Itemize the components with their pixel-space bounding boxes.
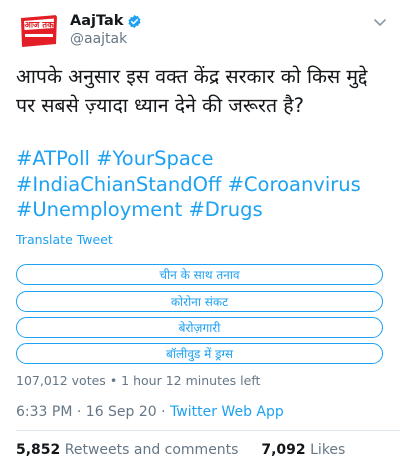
tweet-text: आपके अनुसार इस वक्त केंद्र सरकार को किस … (16, 65, 368, 117)
poll-option-label: बॉलीवुड में ड्रग्स (165, 347, 233, 361)
hashtag-link[interactable]: #Unemployment (16, 198, 182, 221)
tweet-date[interactable]: 16 Sep 20 (86, 404, 157, 420)
verified-badge-icon (127, 14, 142, 29)
display-name[interactable]: AajTak (70, 13, 123, 29)
avatar[interactable]: आज तक (16, 8, 62, 54)
hashtag-link[interactable]: #Drugs (188, 198, 262, 221)
tweet-time[interactable]: 6:33 PM (16, 404, 72, 420)
retweets-label: Retweets and comments (64, 442, 239, 458)
hashtag-link[interactable]: #IndiaChianStandOff (16, 173, 221, 196)
separator: • (109, 373, 118, 388)
separator: · (161, 404, 166, 420)
logo-text: आज तक (24, 21, 54, 31)
poll-meta: 107,012 votes • 1 hour 12 minutes left (16, 373, 260, 388)
handle[interactable]: @aajtak (70, 31, 127, 47)
translate-tweet-link[interactable]: Translate Tweet (16, 232, 113, 247)
divider (16, 430, 400, 431)
poll-option-label: चीन के साथ तनाव (159, 268, 240, 282)
poll-option-label: बेरोज़गारी (178, 321, 221, 335)
tweet-stats: 5,852 Retweets and comments 7,092 Likes (16, 442, 345, 458)
poll-option[interactable]: बॉलीवुड में ड्रग्स (16, 343, 383, 364)
separator: · (76, 404, 82, 420)
poll-option[interactable]: कोरोना संकट (16, 291, 383, 312)
source-app-link[interactable]: Twitter Web App (170, 404, 284, 420)
likes-count: 7,092 (261, 442, 306, 458)
aajtak-logo: आज तक (16, 8, 62, 54)
chevron-down-icon[interactable] (372, 14, 388, 26)
hashtag-link[interactable]: #ATPoll (16, 147, 90, 170)
hashtag-link[interactable]: #YourSpace (96, 147, 213, 170)
likes-stat[interactable]: 7,092 Likes (261, 442, 345, 458)
poll-time-left: 1 hour 12 minutes left (121, 373, 261, 388)
poll-option[interactable]: बेरोज़गारी (16, 317, 383, 338)
retweets-count: 5,852 (16, 442, 61, 458)
retweets-stat[interactable]: 5,852 Retweets and comments (16, 442, 243, 458)
tweet-timestamp: 6:33 PM · 16 Sep 20 · Twitter Web App (16, 404, 284, 420)
poll-option[interactable]: चीन के साथ तनाव (16, 264, 383, 285)
author-name-row[interactable]: AajTak (70, 10, 142, 32)
hashtag-link[interactable]: #Coroanvirus (228, 173, 361, 196)
hashtags: #ATPoll #YourSpace #IndiaChianStandOff #… (16, 146, 388, 223)
poll-option-label: कोरोना संकट (170, 295, 229, 309)
poll-votes: 107,012 votes (16, 373, 106, 388)
likes-label: Likes (310, 442, 346, 458)
